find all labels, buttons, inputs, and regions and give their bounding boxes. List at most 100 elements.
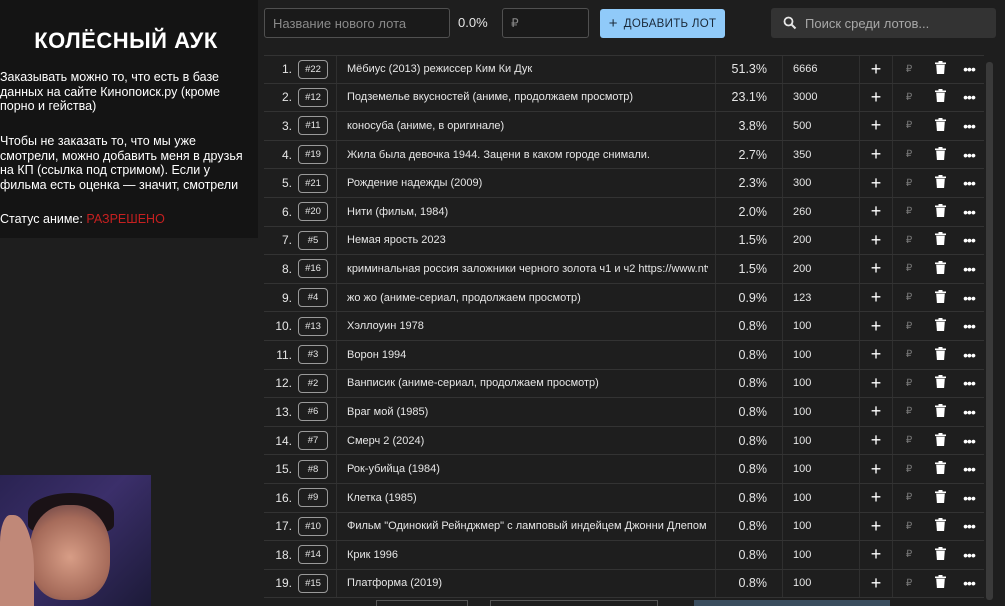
delete-lot-button[interactable]: [926, 570, 954, 598]
scrollbar-thumb[interactable]: [986, 62, 993, 600]
delete-lot-button[interactable]: [926, 169, 954, 197]
add-amount-button[interactable]: +: [859, 56, 892, 83]
delete-lot-button[interactable]: [926, 84, 954, 112]
lot-id-badge[interactable]: #12: [298, 87, 328, 107]
lot-id-badge[interactable]: #4: [298, 288, 328, 308]
add-amount-button[interactable]: +: [859, 512, 892, 541]
lot-name[interactable]: Враг мой (1985): [336, 398, 708, 426]
more-options-button[interactable]: •••: [956, 570, 982, 598]
amount-input-ruble[interactable]: ₽: [892, 169, 925, 197]
add-amount-button[interactable]: +: [859, 83, 892, 112]
add-amount-button[interactable]: +: [859, 312, 892, 340]
lot-id-badge[interactable]: #9: [298, 488, 328, 508]
lot-id-badge[interactable]: #7: [298, 431, 328, 451]
add-amount-button[interactable]: +: [859, 541, 892, 569]
lot-id-badge[interactable]: #13: [298, 316, 328, 336]
add-lot-button[interactable]: + ДОБАВИТЬ ЛОТ: [600, 9, 725, 38]
delete-lot-button[interactable]: [926, 255, 954, 283]
delete-lot-button[interactable]: [926, 284, 954, 312]
amount-input-ruble[interactable]: ₽: [892, 56, 925, 83]
lot-id-badge[interactable]: #11: [298, 116, 328, 136]
lot-name[interactable]: криминальная россия заложники черного зо…: [336, 255, 708, 283]
lot-id-badge[interactable]: #21: [298, 173, 328, 193]
search-box[interactable]: [771, 8, 996, 38]
more-options-button[interactable]: •••: [956, 255, 982, 283]
delete-lot-button[interactable]: [926, 198, 954, 226]
amount-input-ruble[interactable]: ₽: [892, 140, 925, 169]
lot-name[interactable]: Ванписик (аниме-сериал, продолжаем просм…: [336, 369, 708, 398]
lot-name[interactable]: Фильм "Одинокий Рейнджмер" с ламповый ин…: [336, 512, 708, 541]
add-amount-button[interactable]: +: [859, 426, 892, 455]
new-lot-name-input[interactable]: [264, 8, 450, 38]
amount-input-ruble[interactable]: ₽: [892, 255, 925, 283]
lot-name[interactable]: Смерч 2 (2024): [336, 426, 708, 455]
amount-input-ruble[interactable]: ₽: [892, 312, 925, 340]
add-amount-button[interactable]: +: [859, 255, 892, 283]
lot-name[interactable]: Клетка (1985): [336, 483, 708, 512]
lot-name[interactable]: Немая ярость 2023: [336, 226, 708, 255]
amount-input-ruble[interactable]: ₽: [892, 541, 925, 569]
amount-input-ruble[interactable]: ₽: [892, 83, 925, 112]
amount-input-ruble[interactable]: ₽: [892, 197, 925, 226]
delete-lot-button[interactable]: [926, 370, 954, 398]
amount-input-ruble[interactable]: ₽: [892, 369, 925, 398]
add-amount-button[interactable]: +: [859, 483, 892, 512]
add-amount-button[interactable]: +: [859, 197, 892, 226]
delete-lot-button[interactable]: [926, 227, 954, 255]
amount-input-ruble[interactable]: ₽: [892, 112, 925, 140]
lot-id-badge[interactable]: #5: [298, 230, 328, 250]
more-options-button[interactable]: •••: [956, 513, 982, 541]
more-options-button[interactable]: •••: [956, 370, 982, 398]
delete-lot-button[interactable]: [926, 56, 954, 83]
lot-id-badge[interactable]: #16: [298, 259, 328, 279]
lot-id-badge[interactable]: #10: [298, 516, 328, 536]
add-amount-button[interactable]: +: [859, 112, 892, 140]
add-amount-button[interactable]: +: [859, 283, 892, 312]
delete-lot-button[interactable]: [926, 455, 954, 483]
delete-lot-button[interactable]: [926, 312, 954, 340]
lot-id-badge[interactable]: #6: [298, 402, 328, 422]
more-options-button[interactable]: •••: [956, 312, 982, 340]
delete-lot-button[interactable]: [926, 427, 954, 455]
more-options-button[interactable]: •••: [956, 84, 982, 112]
more-options-button[interactable]: •••: [956, 455, 982, 483]
delete-lot-button[interactable]: [926, 513, 954, 541]
more-options-button[interactable]: •••: [956, 198, 982, 226]
more-options-button[interactable]: •••: [956, 398, 982, 426]
lot-id-badge[interactable]: #2: [298, 373, 328, 393]
amount-input-ruble[interactable]: ₽: [892, 512, 925, 541]
more-options-button[interactable]: •••: [956, 341, 982, 369]
lot-name[interactable]: Жила была девочка 1944. Зацени в каком г…: [336, 140, 708, 169]
more-options-button[interactable]: •••: [956, 484, 982, 512]
more-options-button[interactable]: •••: [956, 169, 982, 197]
more-options-button[interactable]: •••: [956, 112, 982, 140]
delete-lot-button[interactable]: [926, 112, 954, 140]
delete-lot-button[interactable]: [926, 398, 954, 426]
delete-lot-button[interactable]: [926, 484, 954, 512]
amount-input-ruble[interactable]: ₽: [892, 483, 925, 512]
amount-input-ruble[interactable]: ₽: [892, 455, 925, 483]
lot-id-badge[interactable]: #22: [298, 59, 328, 79]
delete-lot-button[interactable]: [926, 541, 954, 569]
more-options-button[interactable]: •••: [956, 427, 982, 455]
amount-input-ruble[interactable]: ₽: [892, 398, 925, 426]
lot-name[interactable]: Платформа (2019): [336, 569, 708, 598]
amount-input-ruble[interactable]: ₽: [892, 226, 925, 255]
amount-input-ruble[interactable]: ₽: [892, 340, 925, 369]
amount-input-ruble[interactable]: ₽: [892, 283, 925, 312]
lot-id-badge[interactable]: #19: [298, 145, 328, 165]
delete-lot-button[interactable]: [926, 141, 954, 169]
lot-name[interactable]: Рок-убийца (1984): [336, 455, 708, 483]
amount-input-ruble[interactable]: ₽: [892, 426, 925, 455]
add-amount-button[interactable]: +: [859, 169, 892, 197]
lot-name[interactable]: жо жо (аниме-сериал, продолжаем просмотр…: [336, 283, 708, 312]
add-amount-button[interactable]: +: [859, 398, 892, 426]
pagination-control[interactable]: [490, 600, 658, 606]
lot-name[interactable]: Рождение надежды (2009): [336, 169, 708, 197]
search-input[interactable]: [803, 14, 996, 32]
add-amount-button[interactable]: +: [859, 226, 892, 255]
add-amount-button[interactable]: +: [859, 340, 892, 369]
lot-name[interactable]: Нити (фильм, 1984): [336, 197, 708, 226]
lot-id-badge[interactable]: #20: [298, 202, 328, 222]
lot-name[interactable]: коносуба (аниме, в оригинале): [336, 112, 708, 140]
